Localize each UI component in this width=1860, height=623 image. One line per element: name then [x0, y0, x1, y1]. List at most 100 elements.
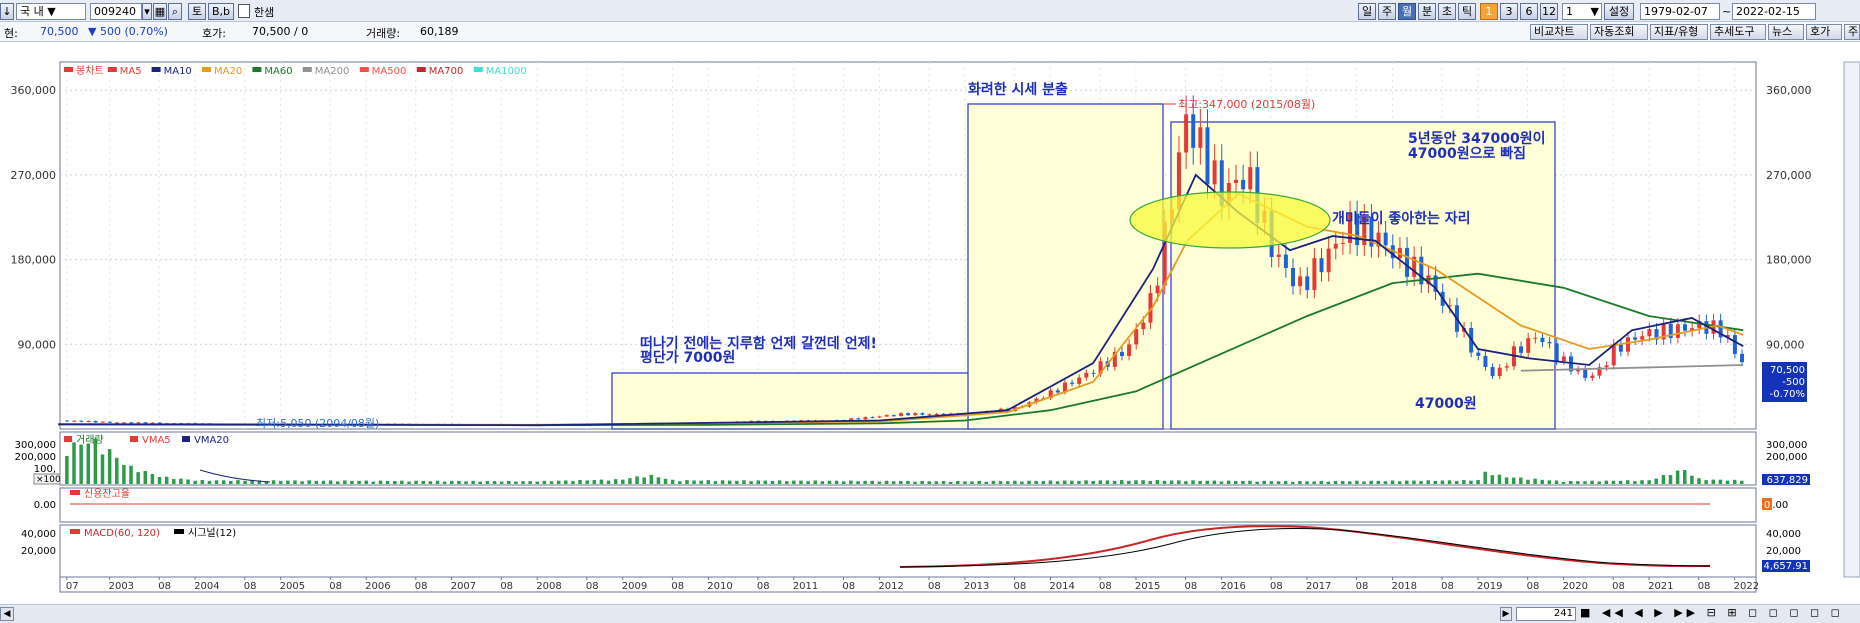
candle-body: [143, 422, 148, 424]
volume-bar: [1362, 481, 1366, 484]
volume-bar: [906, 480, 910, 484]
volume-bar: [706, 480, 711, 484]
volume-bar: [471, 480, 475, 484]
volume-tick-left-3: 100,: [34, 464, 56, 475]
scroll-left-icon[interactable]: ◀: [0, 607, 14, 621]
candle-body: [136, 422, 141, 424]
price-y-ticks-left: 90,000 180,000 270,000 360,000: [11, 84, 57, 351]
volume-bar: [449, 480, 454, 484]
volume-bar: [143, 471, 148, 484]
x-label-32: 08: [1441, 581, 1454, 592]
candle-body: [1283, 254, 1288, 268]
volume-bar: [207, 480, 212, 484]
candle-body: [1533, 337, 1538, 339]
low-annotation: 최저:5,050 (2004/08월): [256, 417, 379, 430]
volume-bar: [414, 480, 418, 484]
annotation-box-decline: [1170, 121, 1556, 430]
volume-bar: [642, 477, 646, 484]
volume-bar: [899, 481, 903, 484]
volume-bar: [1048, 480, 1053, 484]
volume-bar: [1540, 479, 1544, 484]
volume-bar: [1519, 477, 1523, 484]
volume-bar: [193, 480, 197, 484]
volume-bar: [1034, 480, 1038, 484]
candle-body: [1326, 248, 1331, 273]
y-tick-left-1: 180,000: [11, 254, 57, 267]
volume-bar: [1205, 480, 1209, 484]
volume-bar: [1005, 481, 1010, 484]
volume-bar: [1397, 481, 1402, 484]
volume-bar: [328, 480, 333, 484]
candle-body: [1490, 367, 1495, 376]
volume-bar: [1504, 477, 1509, 484]
volume-bar: [1191, 480, 1195, 484]
volume-bar: [1262, 480, 1267, 484]
box-boring-text-2: 평단가 7000원: [640, 349, 735, 366]
volume-bar: [1590, 480, 1594, 484]
volume-bar: [371, 481, 376, 484]
volume-bar: [1476, 480, 1480, 484]
volume-bar: [663, 478, 668, 484]
volume-bar: [1348, 481, 1352, 484]
candle-body: [1333, 243, 1338, 249]
volume-bar: [107, 449, 112, 484]
volume-bar: [963, 481, 967, 484]
x-label-10: 08: [500, 581, 513, 592]
volume-bar: [1119, 480, 1124, 484]
volume-bar: [692, 480, 696, 484]
scroll-right-icon[interactable]: ▶: [1500, 607, 1512, 621]
volume-bar: [1091, 481, 1095, 484]
volume-bar: [164, 476, 169, 484]
volume-bar: [1618, 480, 1623, 484]
volume-bar: [621, 479, 625, 484]
candle-body: [1732, 335, 1737, 354]
legend-swatch-2: [151, 67, 161, 72]
volume-bar: [1127, 480, 1131, 484]
volume-bar: [1027, 480, 1031, 484]
volume-bar: [913, 481, 917, 484]
volume-bar: [1013, 480, 1017, 484]
candle-body: [1547, 342, 1552, 344]
volume-bar: [1675, 470, 1680, 484]
volume-bar: [1141, 480, 1145, 484]
candle-body: [115, 422, 120, 424]
candle-body: [906, 413, 911, 416]
volume-bar: [464, 481, 468, 484]
volume-bar: [813, 480, 817, 484]
right-scroll-strip[interactable]: [1843, 61, 1860, 578]
ellipse-text: 개미들이 좋아한는 자리: [1332, 210, 1471, 227]
display-count-input[interactable]: 241: [1516, 607, 1576, 621]
volume-bar: [578, 480, 582, 484]
bottom-price-text: 47000원: [1415, 396, 1477, 412]
horizontal-scrollbar[interactable]: ◀ ▶ 241 ■ ◀◀ ◀ ▶ ▶▶ ⊟ ⊞ ◻ ◻ ◻ ◻ ◻: [0, 604, 1860, 623]
candle-body: [79, 420, 84, 422]
volume-bar: [65, 455, 69, 484]
legend-swatch-5: [302, 67, 312, 72]
credit-tick-left: 0.00: [34, 500, 56, 511]
volume-bar: [1169, 480, 1174, 484]
x-label-33: 2019: [1477, 581, 1502, 592]
x-label-1: 2003: [109, 581, 134, 592]
legend-label-1: MA5: [120, 66, 142, 77]
candle-body: [927, 414, 932, 416]
legend-swatch-7: [416, 67, 426, 72]
volume-bar: [649, 474, 654, 484]
x-label-31: 2018: [1392, 581, 1417, 592]
volume-bar: [1283, 480, 1288, 484]
candle-body: [856, 418, 861, 420]
volume-bar: [236, 480, 240, 484]
volume-bar: [827, 480, 832, 484]
volume-bar: [1740, 480, 1744, 484]
volume-bar: [278, 480, 283, 484]
candle-body: [1198, 127, 1203, 148]
navigation-controls[interactable]: ■ ◀◀ ◀ ▶ ▶▶ ⊟ ⊞ ◻ ◻ ◻ ◻ ◻: [1580, 607, 1856, 621]
x-label-27: 2016: [1220, 581, 1245, 592]
x-label-3: 2004: [194, 581, 219, 592]
candle-body: [1184, 114, 1189, 153]
volume-bar: [713, 481, 718, 484]
candle-body: [1604, 365, 1609, 368]
volume-bar: [927, 481, 932, 484]
volume-bar: [129, 465, 133, 484]
volume-bar: [941, 480, 946, 484]
volume-bar: [1070, 480, 1074, 484]
